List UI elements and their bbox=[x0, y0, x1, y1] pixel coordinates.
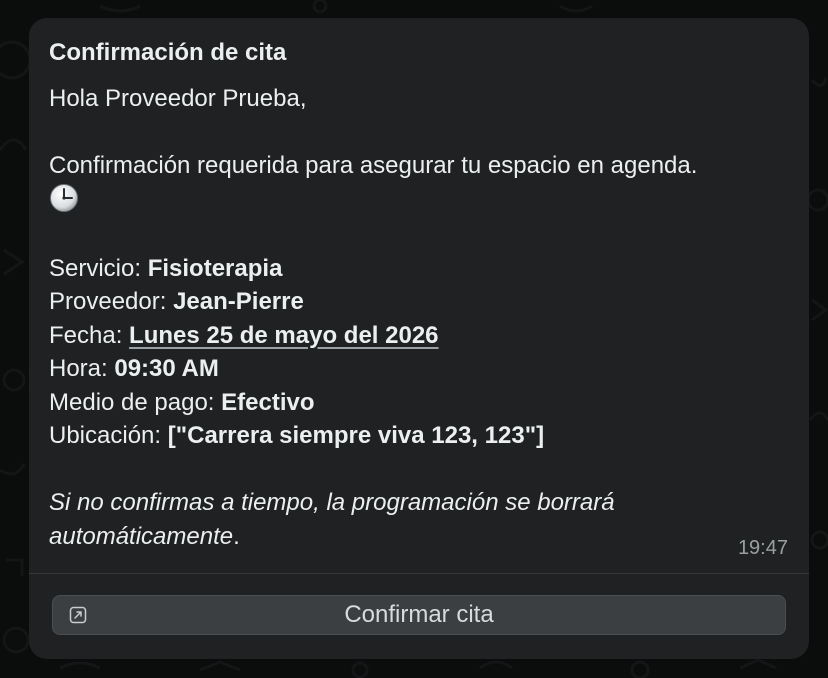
provider-value: Jean-Pierre bbox=[173, 288, 304, 315]
payment-label: Medio de pago: bbox=[49, 388, 222, 416]
clock-icon bbox=[50, 183, 78, 212]
warning-line-2: automáticamente. bbox=[49, 520, 789, 554]
service-row: Servicio: Fisioterapia bbox=[49, 252, 789, 286]
confirm-appointment-button[interactable]: Confirmar cita bbox=[52, 595, 786, 635]
message-body: Confirmación de cita Hola Proveedor Prue… bbox=[29, 18, 809, 553]
provider-label: Proveedor: bbox=[49, 288, 174, 315]
warning-period: . bbox=[233, 522, 240, 550]
intro-text: Confirmación requerida para asegurar tu … bbox=[49, 149, 789, 183]
external-link-icon bbox=[69, 606, 87, 624]
location-label: Ubicación: bbox=[49, 422, 168, 449]
service-label: Servicio: bbox=[49, 254, 148, 282]
divider bbox=[29, 573, 809, 574]
message-timestamp: 19:47 bbox=[737, 537, 788, 559]
message-title: Confirmación de cita bbox=[49, 39, 287, 66]
date-row: Fecha: Lunes 25 de mayo del 2026 bbox=[49, 319, 789, 353]
time-row: Hora: 09:30 AM bbox=[49, 352, 789, 386]
message-bubble: Confirmación de cita Hola Proveedor Prue… bbox=[29, 18, 809, 659]
time-value: 09:30 AM bbox=[114, 355, 219, 382]
intro-emoji-line bbox=[49, 183, 789, 219]
location-row: Ubicación: ["Carrera siempre viva 123, 1… bbox=[49, 419, 789, 453]
confirm-button-label: Confirmar cita bbox=[344, 601, 494, 628]
time-label: Hora: bbox=[49, 355, 115, 382]
intro-sentence: Confirmación requerida para asegurar tu … bbox=[49, 152, 698, 179]
date-link[interactable]: Lunes 25 de mayo del 2026 bbox=[129, 322, 438, 349]
date-label: Fecha: bbox=[49, 321, 130, 349]
warning-italic-word: automáticamente bbox=[49, 522, 234, 550]
warning-line-1: Si no confirmas a tiempo, la programació… bbox=[49, 489, 615, 516]
payment-row: Medio de pago: Efectivo bbox=[49, 386, 789, 420]
payment-value: Efectivo bbox=[221, 388, 315, 416]
location-value: ["Carrera siempre viva 123, 123"] bbox=[167, 422, 545, 449]
greeting-text: Hola Proveedor Prueba, bbox=[49, 85, 307, 112]
provider-row: Proveedor: Jean-Pierre bbox=[49, 285, 789, 319]
service-value: Fisioterapia bbox=[147, 254, 283, 282]
